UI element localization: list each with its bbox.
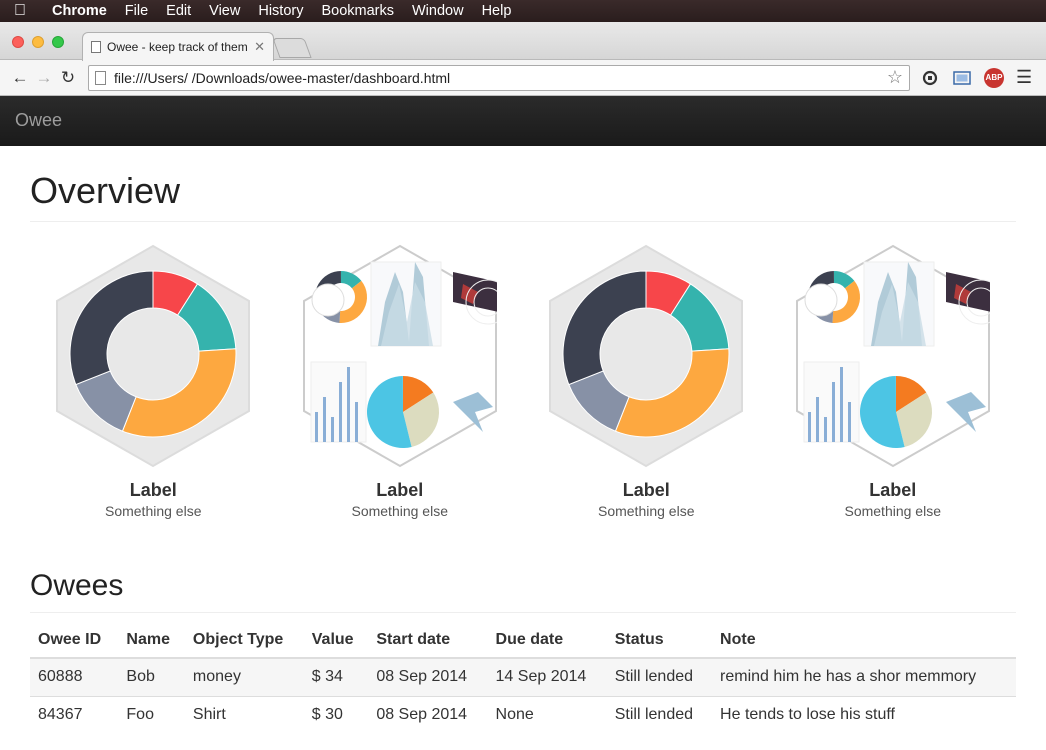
menu-bookmarks[interactable]: Bookmarks	[321, 3, 394, 19]
table-row[interactable]: 84367 Foo Shirt $ 30 08 Sep 2014 None Still le…	[30, 696, 1016, 734]
cast-extension-icon[interactable]	[950, 66, 974, 90]
menu-history[interactable]: History	[258, 3, 303, 19]
table-cell: 14 Sep 2014	[487, 657, 607, 697]
chart-collage-image	[770, 242, 1017, 470]
os-menubar:  Chrome File Edit View History Bookmark…	[0, 0, 1046, 22]
minimize-window-button[interactable]	[32, 36, 44, 48]
chart-collage-image	[277, 242, 524, 470]
thumbnail-subtext: Something else	[844, 503, 941, 519]
new-tab-button[interactable]	[272, 38, 312, 58]
app-navbar: Owee	[0, 96, 1046, 146]
donut-chart-image	[30, 242, 277, 470]
column-header: Value	[303, 623, 369, 659]
column-header: Note	[712, 623, 1016, 659]
thumbnail-card[interactable]: Label Something else	[523, 242, 770, 519]
column-header: Due date	[487, 623, 607, 659]
table-cell: 08 Sep 2014	[368, 657, 488, 697]
thumbnail-label: Label	[622, 480, 670, 500]
column-header: Owee ID	[30, 623, 119, 659]
table-cell: 84367	[30, 696, 119, 734]
menu-file[interactable]: File	[125, 3, 148, 19]
adblock-extension-icon[interactable]: ABP	[982, 66, 1006, 90]
thumbnail-subtext: Something else	[597, 503, 695, 519]
forward-arrow-icon[interactable]: →	[32, 68, 56, 88]
table-row[interactable]: 60888 Bob money $ 34 08 Sep 2014 14 Sep 2014 S…	[30, 657, 1016, 697]
close-tab-icon[interactable]: ✕	[254, 39, 265, 55]
menu-edit[interactable]: Edit	[166, 3, 191, 19]
thumbnail-label: Label	[129, 480, 177, 500]
table-cell: 60888	[30, 657, 119, 697]
owees-table: Owee ID Name Object Type Value Start date Due…	[30, 623, 1016, 734]
thumbnail-card[interactable]: Label Something else	[277, 242, 524, 519]
main-content: Overview Label Something else Label Some…	[0, 170, 1046, 734]
table-cell: Bob	[118, 657, 185, 697]
sync-extension-icon[interactable]	[918, 66, 942, 90]
menu-window[interactable]: Window	[412, 3, 464, 19]
back-arrow-icon[interactable]: ←	[8, 68, 32, 88]
table-cell: He tends to lose his stuff	[712, 696, 1016, 734]
menu-hamburger-icon[interactable]: ☰	[1016, 67, 1032, 88]
thumbnail-label: Label	[869, 480, 917, 500]
table-cell: Still lended	[606, 696, 713, 734]
browser-toolbar: ← → ↻ file:///Users/ /Downloads/owee-mas…	[0, 60, 1046, 96]
overview-thumbnails: Label Something else Label Something els…	[30, 242, 1016, 519]
column-header: Object Type	[184, 623, 304, 659]
menu-help[interactable]: Help	[482, 3, 512, 19]
thumbnail-card[interactable]: Label Something else	[30, 242, 277, 519]
thumbnail-label: Label	[376, 480, 424, 500]
table-cell: $ 30	[303, 696, 369, 734]
donut-chart-image	[523, 242, 770, 470]
overview-title: Overview	[30, 170, 1016, 222]
table-cell: Foo	[118, 696, 185, 734]
thumbnail-subtext: Something else	[351, 503, 448, 519]
close-window-button[interactable]	[12, 36, 24, 48]
column-header: Status	[606, 623, 713, 659]
url-text: file:///Users/ /Downloads/owee-master/da…	[114, 69, 451, 86]
browser-tab[interactable]: Owee - keep track of them ✕	[82, 32, 274, 61]
document-icon	[91, 41, 101, 53]
table-cell: None	[487, 696, 607, 734]
table-cell: Still lended	[606, 657, 713, 697]
zoom-window-button[interactable]	[52, 36, 64, 48]
table-cell: Shirt	[184, 696, 304, 734]
app-brand[interactable]: Owee	[15, 110, 62, 130]
window-controls	[12, 36, 64, 48]
column-header: Start date	[368, 623, 488, 659]
table-cell: 08 Sep 2014	[368, 696, 488, 734]
table-cell: $ 34	[303, 657, 369, 697]
page-icon	[95, 70, 106, 85]
thumbnail-subtext: Something else	[104, 503, 202, 519]
table-header-row: Owee ID Name Object Type Value Start date Due…	[30, 623, 1016, 659]
table-cell: remind him he has a shor memmory	[712, 657, 1016, 697]
apple-icon[interactable]: 	[14, 2, 30, 20]
reload-icon[interactable]: ↻	[56, 68, 80, 88]
menu-view[interactable]: View	[209, 3, 240, 19]
owees-title: Owees	[30, 569, 1016, 613]
browser-tab-strip: Owee - keep track of them ✕	[0, 22, 1046, 61]
column-header: Name	[118, 623, 185, 659]
table-cell: money	[184, 657, 304, 697]
menu-chrome[interactable]: Chrome	[52, 3, 107, 19]
tab-title: Owee - keep track of them	[107, 40, 248, 54]
address-bar[interactable]: file:///Users/ /Downloads/owee-master/da…	[88, 64, 910, 91]
thumbnail-card[interactable]: Label Something else	[770, 242, 1017, 519]
bookmark-star-icon[interactable]: ☆	[887, 67, 903, 88]
